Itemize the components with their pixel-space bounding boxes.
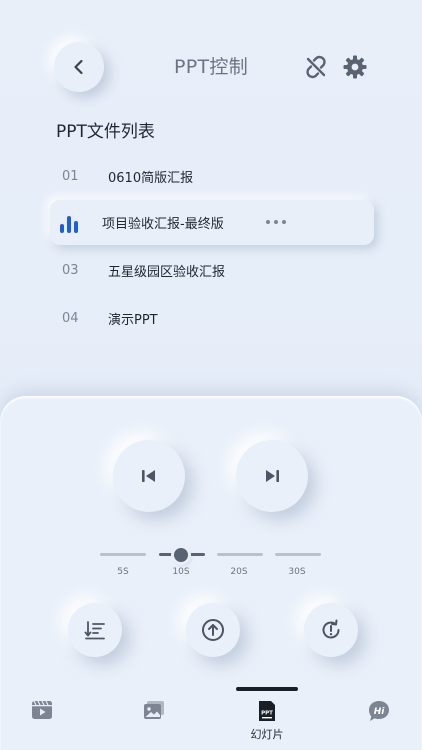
file-item-name: 五星级园区验收汇报 [108,264,226,280]
interval-label-5s: 5S [117,567,129,577]
active-tab-indicator [236,687,298,691]
interval-label-20s: 20S [230,567,248,577]
file-item-04[interactable]: 04 演示PPT [50,296,374,340]
more-dots-icon[interactable] [266,214,286,230]
gallery-icon [144,701,164,719]
ppt-icon: PPT [259,701,275,721]
file-item-number: 01 [62,168,79,184]
upload-circle-icon [202,619,224,641]
file-item-03[interactable]: 03 五星级园区验收汇报 [50,248,374,292]
svg-text:PPT: PPT [261,711,273,717]
playing-bars-icon [50,213,94,233]
hi-chat-icon: Hi [369,701,389,721]
previous-slide-button[interactable] [113,440,185,512]
file-item-number: 03 [62,262,79,278]
video-icon [32,700,52,719]
link-broken-icon[interactable] [303,54,329,80]
control-panel [0,396,422,750]
interval-slider-thumb[interactable] [174,548,188,562]
next-slide-button[interactable] [236,440,308,512]
file-item-name: 项目验收汇报-最终版 [102,217,224,232]
list-order-button[interactable] [68,603,122,657]
list-order-icon [84,621,105,640]
upload-button[interactable] [186,603,240,657]
interval-segment-20s[interactable] [217,553,263,556]
refresh-button[interactable] [304,603,358,657]
tab-gallery[interactable] [124,700,184,720]
svg-text:Hi: Hi [374,707,386,717]
file-item-number: 04 [62,310,79,326]
file-item-01[interactable]: 01 0610简版汇报 [50,154,374,198]
tab-hi[interactable]: Hi [349,700,409,722]
interval-label-30s: 30S [288,567,306,577]
app-screen: PPT控制 PPT文件列表 01 0610简版汇报 项目验收汇报-最终版 03 … [0,0,422,750]
tab-ppt[interactable]: PPT 幻灯片 [237,700,297,742]
skip-next-icon [266,470,279,482]
file-item-active[interactable]: 项目验收汇报-最终版 [50,200,374,245]
interval-segment-5s[interactable] [100,553,146,556]
gear-icon[interactable] [342,54,368,80]
tab-video[interactable] [12,700,72,720]
refresh-alert-icon [322,619,340,639]
tab-ppt-label: 幻灯片 [250,728,284,741]
interval-label-10s: 10S [172,567,190,577]
file-item-name: 0610简版汇报 [108,170,194,186]
file-list-title: PPT文件列表 [56,122,155,142]
skip-previous-icon [142,470,155,482]
file-item-name: 演示PPT [108,312,158,328]
interval-segment-30s[interactable] [275,553,321,556]
